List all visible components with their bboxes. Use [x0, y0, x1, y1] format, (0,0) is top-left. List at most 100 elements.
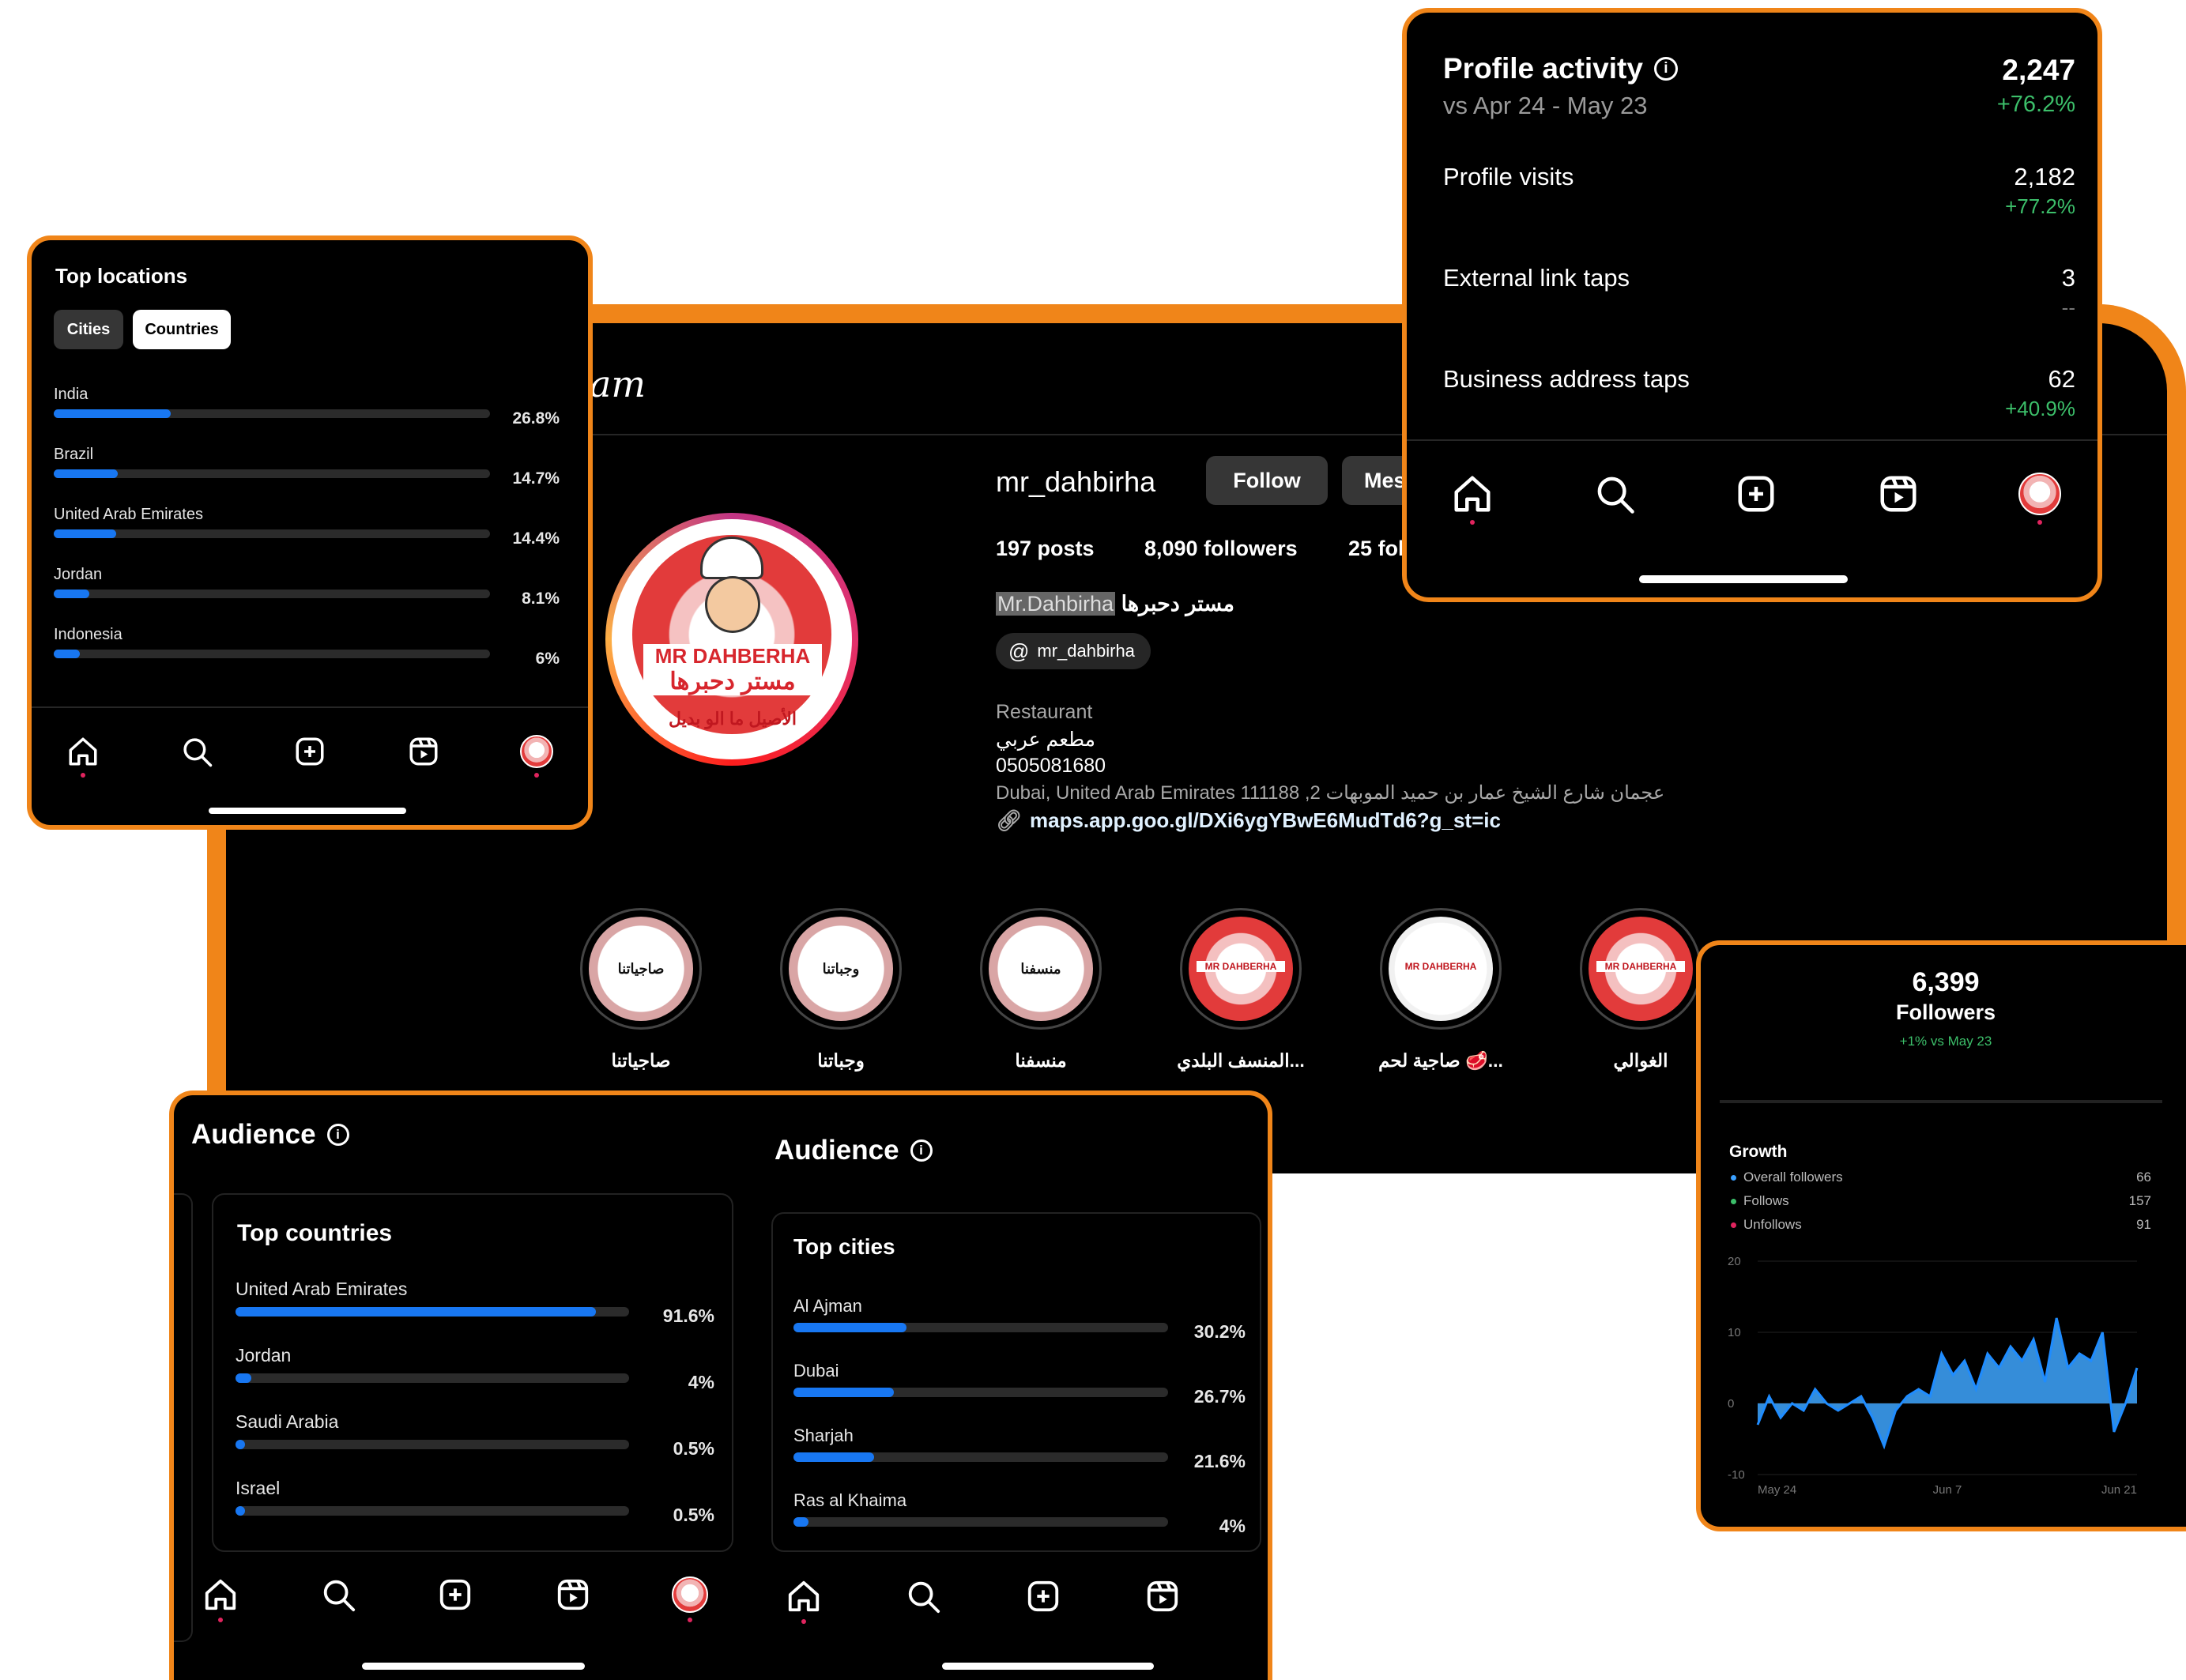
activity-row-change: +77.2%: [2005, 194, 2075, 218]
story-highlight[interactable]: MR DAHBERHA الغوالي: [1566, 908, 1716, 1082]
highlight-cover: MR DAHBERHA: [1589, 917, 1693, 1021]
legend-name: Follows: [1743, 1193, 1789, 1208]
external-link[interactable]: 🔗︎ maps.app.goo.gl/DXi6ygYBwE6MudTd6?g_st…: [996, 808, 1501, 833]
active-dot: [81, 773, 85, 778]
card-edge: [174, 1193, 193, 1642]
growth-area: [1758, 1318, 2137, 1446]
audience-title-2: Audience i: [775, 1135, 933, 1166]
instagram-logo[interactable]: am: [590, 363, 646, 405]
info-icon[interactable]: i: [326, 1124, 349, 1146]
story-highlight[interactable]: صاجياتنا صاجياتنا: [566, 908, 716, 1082]
home-indicator: [209, 808, 406, 814]
display-name-ar: مستر دحبرها: [1121, 592, 1234, 616]
threads-icon: @: [1008, 638, 1030, 663]
location-percent: 8.1%: [522, 590, 560, 608]
location-name: India: [54, 386, 89, 403]
highlight-ring: وجباتنا: [780, 908, 902, 1030]
bar-track: [54, 469, 490, 478]
bar-track: [236, 1506, 629, 1516]
bar-fill: [54, 409, 171, 418]
location-percent: 14.7%: [512, 469, 560, 488]
highlight-ring: MR DAHBERHA: [1580, 908, 1702, 1030]
search-icon: [180, 735, 213, 768]
tab-add[interactable]: [437, 1576, 473, 1622]
highlight-label: الغوالي: [1613, 1050, 1668, 1071]
bar-fill: [236, 1373, 251, 1383]
followers-count[interactable]: 8,090 followers: [1144, 537, 1298, 561]
activity-row-value: 3: [2061, 264, 2075, 292]
tab-add[interactable]: [1025, 1578, 1061, 1624]
tab-search[interactable]: [320, 1576, 356, 1622]
activity-row-value: 2,182: [2014, 163, 2075, 190]
threads-badge[interactable]: @ mr_dahbirha: [996, 633, 1151, 669]
nav-divider: [32, 706, 588, 708]
profile-tab[interactable]: [520, 735, 553, 778]
info-icon[interactable]: i: [910, 1139, 933, 1162]
highlight-label: وجباتنا: [817, 1050, 865, 1071]
tab-countries[interactable]: Countries: [133, 310, 231, 349]
profile-tab[interactable]: [672, 1576, 708, 1622]
create-icon: [293, 735, 326, 768]
activity-row-label[interactable]: Business address taps: [1443, 365, 1690, 394]
active-dot: [218, 1618, 223, 1622]
location-percent: 0.5%: [673, 1438, 714, 1459]
highlights-row: صاجياتنا صاجياتنا وجباتنا وجباتنا منسفنا منسف…: [566, 908, 1751, 1082]
tab-home[interactable]: [1451, 473, 1494, 525]
story-highlight[interactable]: MR DAHBERHA المنسف البلدي...: [1166, 908, 1316, 1082]
highlight-cover: صاجياتنا: [589, 917, 693, 1021]
highlight-cover: منسفنا: [989, 917, 1093, 1021]
tab-reels[interactable]: [1877, 473, 1920, 525]
location-name: United Arab Emirates: [54, 506, 203, 523]
home-icon: [1451, 473, 1494, 515]
reels-icon: [555, 1576, 591, 1613]
highlight-cover: MR DAHBERHA: [1389, 917, 1493, 1021]
tab-search[interactable]: [1593, 473, 1636, 525]
legend-value: 66: [2136, 1170, 2151, 1185]
highlight-cover-text: صاجياتنا: [617, 961, 665, 977]
bar-track: [236, 1440, 629, 1449]
legend-value: 91: [2136, 1217, 2151, 1232]
location-percent: 14.4%: [512, 529, 560, 548]
profile-avatar[interactable]: MR DAHBERHA مستر دحبرها الأصيل ما الو بد…: [605, 513, 858, 766]
activity-row-label[interactable]: External link taps: [1443, 264, 1630, 292]
highlight-label: منسفنا: [1015, 1050, 1067, 1071]
card-title: Top cities: [793, 1234, 895, 1259]
growth-chart: 20 10 0 -10 May 24 Jun 7 Jun 21: [1728, 1255, 2139, 1497]
highlight-cover: وجباتنا: [789, 917, 893, 1021]
profile-tab[interactable]: [2018, 473, 2061, 525]
story-highlight[interactable]: منسفنا منسفنا: [966, 908, 1116, 1082]
story-highlight[interactable]: MR DAHBERHA صاجية لحم 🥩...: [1366, 908, 1516, 1082]
tab-reels[interactable]: [407, 735, 440, 778]
tab-reels[interactable]: [1144, 1578, 1181, 1624]
location-name: Brazil: [54, 446, 94, 463]
tab-add[interactable]: [293, 735, 326, 778]
home-indicator: [1639, 575, 1848, 583]
highlight-cover-text: MR DAHBERHA: [1197, 961, 1285, 972]
address-text[interactable]: Dubai, United Arab Emirates 111188 ,2 عج…: [996, 782, 1664, 804]
bar-fill: [793, 1323, 907, 1332]
activity-row-label[interactable]: Profile visits: [1443, 163, 1574, 191]
tab-cities[interactable]: Cities: [54, 310, 123, 349]
tab-home[interactable]: [66, 735, 100, 778]
tab-home[interactable]: [202, 1576, 239, 1622]
tab-add[interactable]: [1735, 473, 1777, 525]
bar-track: [793, 1452, 1168, 1462]
info-icon[interactable]: i: [1653, 57, 1678, 81]
tab-home[interactable]: [786, 1578, 822, 1624]
reels-icon: [1877, 473, 1920, 515]
phone-number[interactable]: 0505081680: [996, 755, 1106, 778]
tab-search[interactable]: [180, 735, 213, 778]
location-percent: 6%: [535, 650, 560, 668]
tab-reels[interactable]: [555, 1576, 591, 1622]
followers-label: Followers: [1895, 1000, 1996, 1024]
search-icon: [320, 1576, 356, 1613]
bar-track: [54, 529, 490, 538]
followers-panel: 6,399 Followers +1% vs May 23 Growth Ove…: [1696, 940, 2186, 1531]
highlight-ring: صاجياتنا: [580, 908, 702, 1030]
story-highlight[interactable]: وجباتنا وجباتنا: [766, 908, 916, 1082]
location-name: Saudi Arabia: [236, 1411, 339, 1432]
tab-search[interactable]: [905, 1578, 941, 1624]
audience-title: Audience i: [191, 1119, 349, 1151]
follow-button[interactable]: Follow: [1206, 456, 1328, 505]
bio-line: مطعم عربي: [996, 729, 1096, 751]
